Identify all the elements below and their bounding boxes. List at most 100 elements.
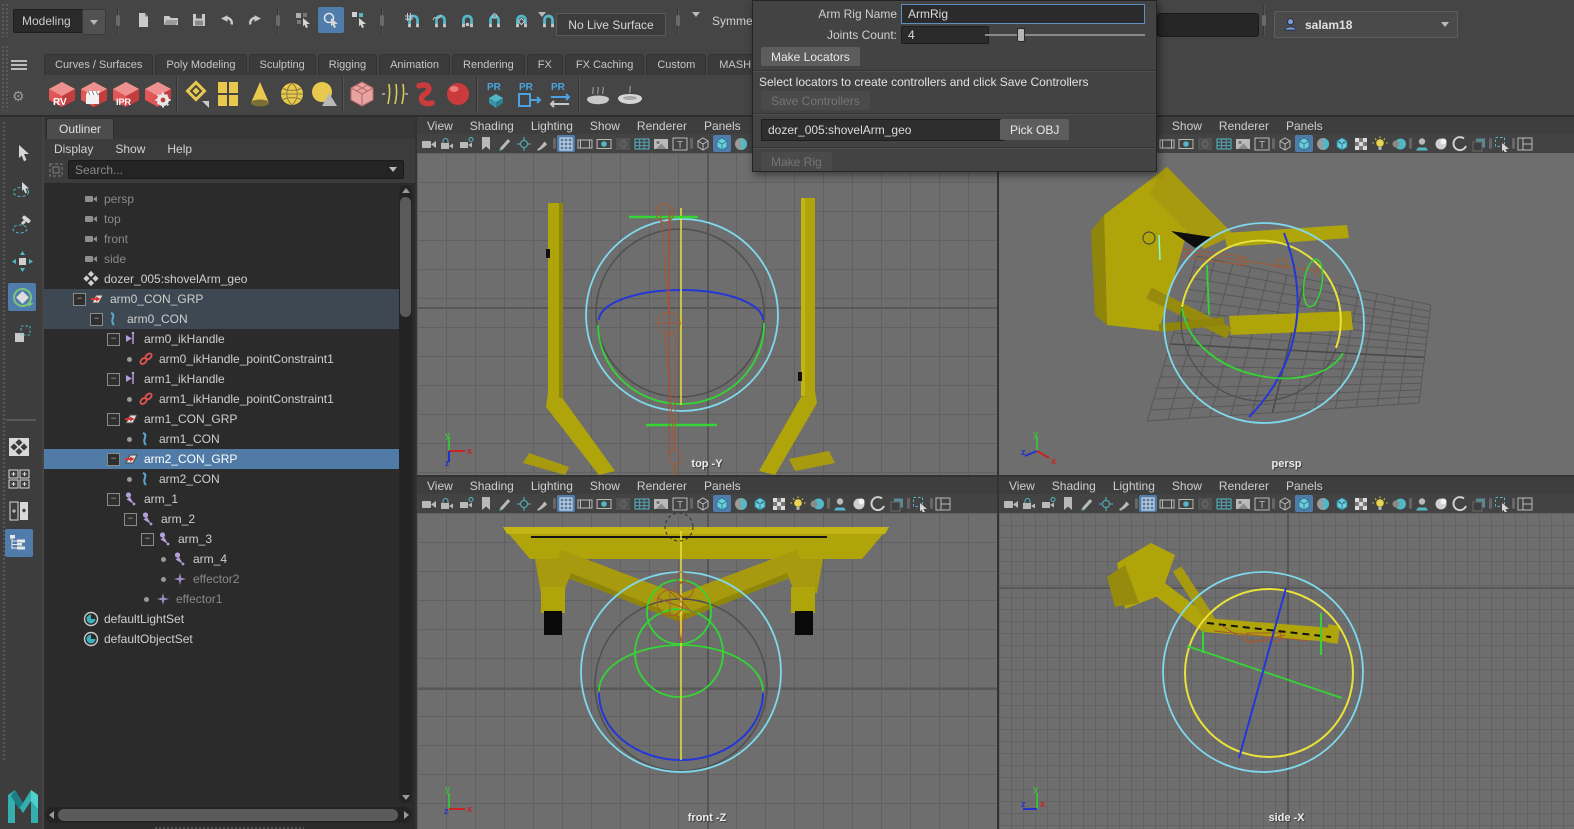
viewport-menu-view[interactable]: View — [427, 479, 453, 493]
shelf-item-pr-export[interactable]: PR — [512, 77, 544, 111]
shaded-sphere-icon[interactable] — [808, 495, 826, 512]
grid-icon[interactable] — [1139, 495, 1157, 512]
viewport-top-canvas[interactable]: y x z top -Y — [417, 153, 997, 475]
image-plane-icon[interactable] — [1234, 495, 1252, 512]
shelf-tab-rendering[interactable]: Rendering — [452, 54, 525, 75]
viewport-menu-shading[interactable]: Shading — [1052, 479, 1096, 493]
outliner-item-arm2_CON_GRP[interactable]: −arm2_CON_GRP — [44, 449, 399, 469]
shelf-item-sphere-wire[interactable] — [276, 77, 308, 111]
snap-point-button[interactable] — [454, 7, 480, 33]
shelf-item-rv[interactable]: RV — [46, 77, 78, 111]
shelf-item-clapper[interactable] — [78, 77, 110, 111]
grid-icon[interactable] — [557, 495, 575, 512]
shaded-cube-icon[interactable] — [1295, 135, 1313, 152]
shaded-sphere-icon[interactable] — [1390, 135, 1408, 152]
outliner-item-effector1[interactable]: effector1 — [44, 589, 399, 609]
menu-set-dropdown-button[interactable] — [82, 9, 106, 35]
gate-mask-icon[interactable] — [1196, 495, 1214, 512]
viewport-menu-lighting[interactable]: Lighting — [531, 119, 573, 133]
outliner-item-arm_3[interactable]: −arm_3 — [44, 529, 399, 549]
outliner-item-defaultLightSet[interactable]: defaultLightSet — [44, 609, 399, 629]
outliner-item-arm_1[interactable]: −arm_1 — [44, 489, 399, 509]
select-hierarchy-button[interactable] — [290, 7, 316, 33]
shaded-sphere-icon[interactable] — [1390, 495, 1408, 512]
field-chart-icon[interactable] — [633, 135, 651, 152]
panel-layout-icon[interactable] — [1516, 495, 1534, 512]
viewport-menu-shading[interactable]: Shading — [470, 479, 514, 493]
film-gate-icon[interactable] — [576, 135, 594, 152]
light-bulb-icon[interactable] — [789, 495, 807, 512]
viewport-menu-show[interactable]: Show — [590, 119, 620, 133]
camera-attributes-icon[interactable] — [1040, 495, 1058, 512]
toolbar-drag-handle[interactable] — [1, 3, 9, 37]
expand-collapse-toggle[interactable]: − — [107, 453, 120, 466]
outliner-item-arm1_CON_GRP[interactable]: −arm1_CON_GRP — [44, 409, 399, 429]
textured-cube-icon[interactable] — [1333, 135, 1351, 152]
shelf-item-nurbs-diamond[interactable] — [180, 77, 212, 111]
brush-icon[interactable] — [534, 495, 552, 512]
shelf-item-gear[interactable] — [142, 77, 174, 111]
outliner-menu-display[interactable]: Display — [54, 142, 93, 156]
live-surface-field[interactable]: No Live Surface — [556, 13, 666, 36]
outliner-item-effector2[interactable]: effector2 — [44, 569, 399, 589]
outliner-item-arm0_ikHandle[interactable]: −arm0_ikHandle — [44, 329, 399, 349]
layout-four-panes[interactable] — [5, 465, 33, 493]
checker-icon[interactable] — [1352, 495, 1370, 512]
film-gate-icon[interactable] — [576, 495, 594, 512]
viewport-front-canvas[interactable]: y x z front -Z — [417, 513, 997, 829]
shelf-tab-fx[interactable]: FX — [527, 54, 563, 75]
textured-cube-icon[interactable] — [1333, 495, 1351, 512]
camera-attributes-icon[interactable] — [458, 135, 476, 152]
outliner-search-input[interactable]: Search... — [68, 160, 404, 179]
arc-icon[interactable] — [1451, 135, 1469, 152]
viewport-menu-renderer[interactable]: Renderer — [1219, 119, 1269, 133]
viewport-menu-panels[interactable]: Panels — [1286, 119, 1323, 133]
shelf-item-pr-mesh[interactable]: PR — [480, 77, 512, 111]
expand-collapse-toggle[interactable]: − — [107, 493, 120, 506]
shaded-cube-icon[interactable] — [713, 495, 731, 512]
viewport-menu-lighting[interactable]: Lighting — [1113, 479, 1155, 493]
checker-icon[interactable] — [1352, 135, 1370, 152]
shaded-cube-icon[interactable] — [713, 135, 731, 152]
select-object-button[interactable] — [318, 7, 344, 33]
draw-paint-icon[interactable] — [1078, 495, 1096, 512]
camera-attributes-icon[interactable] — [458, 495, 476, 512]
expand-collapse-toggle[interactable]: − — [107, 333, 120, 346]
safe-title-icon[interactable]: T — [1253, 495, 1271, 512]
viewport-menu-renderer[interactable]: Renderer — [637, 479, 687, 493]
file-save-button[interactable] — [186, 7, 212, 33]
expand-collapse-toggle[interactable]: − — [73, 293, 86, 306]
half-sphere-icon[interactable] — [732, 495, 750, 512]
viewport-menu-view[interactable]: View — [427, 119, 453, 133]
viewport-front[interactable]: ViewShadingLightingShowRendererPanels T — [417, 477, 997, 829]
draw-paint-icon[interactable] — [496, 495, 514, 512]
expand-collapse-toggle[interactable]: − — [90, 313, 103, 326]
outliner-horizontal-scrollbar[interactable] — [46, 807, 412, 823]
tool-scale[interactable] — [8, 319, 36, 347]
half-sphere-icon[interactable] — [1314, 135, 1332, 152]
viewport-menu-panels[interactable]: Panels — [704, 119, 741, 133]
viewport-menu-renderer[interactable]: Renderer — [637, 119, 687, 133]
safe-title-icon[interactable]: T — [671, 495, 689, 512]
make-locators-button[interactable]: Make Locators — [761, 47, 860, 66]
tool-move[interactable] — [8, 247, 36, 275]
textured-cube-icon[interactable] — [751, 495, 769, 512]
light-bulb-icon[interactable] — [1371, 135, 1389, 152]
outliner-tab[interactable]: Outliner — [46, 118, 114, 139]
field-chart-icon[interactable] — [633, 495, 651, 512]
marquee-icon[interactable] — [911, 495, 929, 512]
snap-grid-button[interactable] — [400, 7, 426, 33]
viewport-persp-canvas[interactable]: y z x persp — [999, 153, 1574, 475]
expand-collapse-toggle[interactable]: − — [107, 413, 120, 426]
shelf-item-fx-cube[interactable] — [346, 77, 378, 111]
slider-handle[interactable] — [1017, 28, 1025, 42]
shelf-tab-rigging[interactable]: Rigging — [318, 54, 377, 75]
viewport-menu-renderer[interactable]: Renderer — [1219, 479, 1269, 493]
layout-outliner-persp[interactable] — [5, 529, 33, 557]
shelf-item-cone[interactable] — [244, 77, 276, 111]
brush-icon[interactable] — [1116, 495, 1134, 512]
shelf-tab-custom[interactable]: Custom — [646, 54, 706, 75]
viewport-side-canvas[interactable]: y z x side -X — [999, 513, 1574, 829]
shelf-gear-icon[interactable]: ⚙ — [12, 88, 25, 105]
pivot-icon[interactable] — [515, 495, 533, 512]
